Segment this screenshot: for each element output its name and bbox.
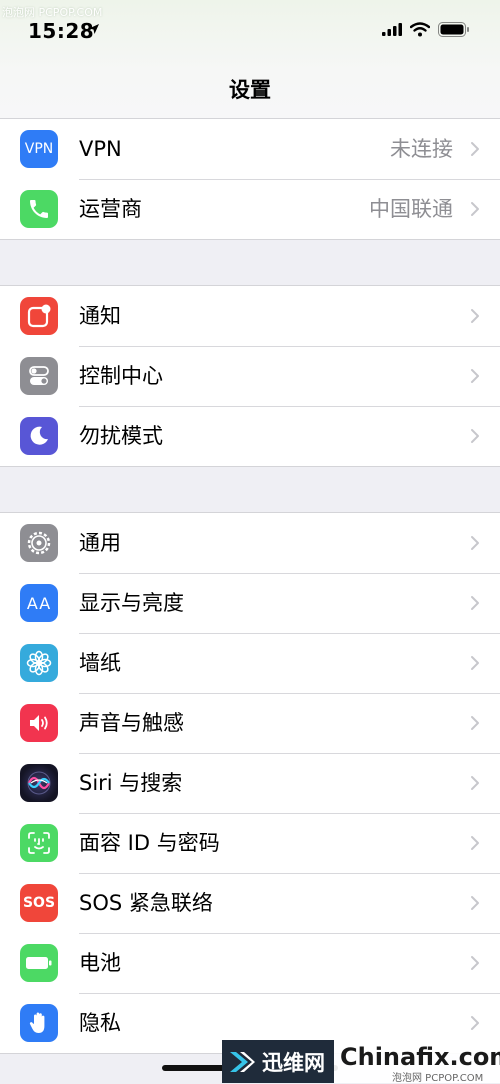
status-and-nav-bar: 泡泡网 PCPOP.COM 15:28 设置 xyxy=(0,0,500,119)
settings-row-sounds[interactable]: 声音与触感 xyxy=(0,693,500,753)
chevron-right-icon xyxy=(471,896,479,910)
phone-icon xyxy=(20,190,58,228)
location-arrow-icon xyxy=(89,24,99,34)
chevron-right-icon xyxy=(471,202,479,216)
settings-row-siri[interactable]: Siri 与搜索 xyxy=(0,753,500,813)
settings-row-control-center[interactable]: 控制中心 xyxy=(0,346,500,406)
settings-group-general: 通用 AA 显示与亮度 墙纸 声音与触感 Siri 与搜索 面容 ID 与密码 … xyxy=(0,512,500,1054)
watermark-small-text: 泡泡网 PCPOP.COM xyxy=(392,1073,484,1084)
row-label: 通知 xyxy=(79,304,121,328)
chevron-right-icon xyxy=(471,596,479,610)
row-label: 通用 xyxy=(79,531,121,555)
settings-row-general[interactable]: 通用 xyxy=(0,513,500,573)
siri-icon xyxy=(20,764,58,802)
chevron-right-icon xyxy=(471,776,479,790)
row-label: SOS 紧急联络 xyxy=(79,891,213,915)
vpn-icon-text: VPN xyxy=(24,141,54,157)
chevron-right-icon xyxy=(471,956,479,970)
sound-icon xyxy=(20,704,58,742)
battery-status-icon xyxy=(438,22,469,37)
vpn-icon: VPN xyxy=(20,130,58,168)
chevron-right-icon xyxy=(471,142,479,156)
settings-row-carrier[interactable]: 运营商 中国联通 xyxy=(0,179,500,239)
face-id-icon xyxy=(20,824,58,862)
watermark-top: 泡泡网 PCPOP.COM xyxy=(2,6,103,19)
row-value: 未连接 xyxy=(390,137,453,161)
phone-glyph xyxy=(30,200,48,218)
settings-row-battery[interactable]: 电池 xyxy=(0,933,500,993)
flower-glyph xyxy=(26,650,52,676)
watermark-badge: 迅维网 Chinafix.com 泡泡网 PCPOP.COM xyxy=(222,1040,500,1084)
settings-row-vpn[interactable]: VPN VPN 未连接 xyxy=(0,119,500,179)
display-icon: AA xyxy=(20,584,58,622)
chevron-right-icon xyxy=(471,309,479,323)
settings-row-sos[interactable]: SOS SOS 紧急联络 xyxy=(0,873,500,933)
settings-row-display[interactable]: AA 显示与亮度 xyxy=(0,573,500,633)
chevron-right-icon xyxy=(471,429,479,443)
settings-row-do-not-disturb[interactable]: 勿扰模式 xyxy=(0,406,500,466)
row-label: VPN xyxy=(79,137,122,161)
wifi-icon xyxy=(410,22,430,37)
settings-row-wallpaper[interactable]: 墙纸 xyxy=(0,633,500,693)
speaker-glyph xyxy=(30,715,48,731)
control-center-icon xyxy=(20,357,58,395)
row-label: 运营商 xyxy=(79,197,142,221)
watermark-left: 迅维网 xyxy=(222,1040,334,1083)
settings-group-network: VPN VPN 未连接 运营商 中国联通 xyxy=(0,118,500,240)
page-title: 设置 xyxy=(229,78,271,102)
chevron-right-icon xyxy=(471,836,479,850)
settings-row-notifications[interactable]: 通知 xyxy=(0,286,500,346)
row-label: 墙纸 xyxy=(79,651,121,675)
sos-icon-text: SOS xyxy=(22,895,56,911)
row-label: 隐私 xyxy=(79,1011,121,1035)
row-label: 勿扰模式 xyxy=(79,424,163,448)
gear-icon xyxy=(20,524,58,562)
hand-glyph xyxy=(29,1012,45,1033)
gear-glyph xyxy=(27,531,51,555)
row-label: 控制中心 xyxy=(79,364,163,388)
row-label: 电池 xyxy=(79,951,121,975)
wallpaper-icon xyxy=(20,644,58,682)
chevron-right-icon xyxy=(471,369,479,383)
status-indicators xyxy=(382,22,470,37)
chevron-right-icon xyxy=(471,1016,479,1030)
row-label: 面容 ID 与密码 xyxy=(79,831,220,855)
watermark-right-text: Chinafix.com xyxy=(340,1043,500,1071)
row-value: 中国联通 xyxy=(369,197,453,221)
status-time: 15:28 xyxy=(28,19,95,43)
moon-icon xyxy=(20,417,58,455)
siri-glyph xyxy=(27,771,51,795)
cellular-signal-icon xyxy=(382,23,402,36)
chevron-right-icon xyxy=(471,716,479,730)
battery-glyph xyxy=(26,957,52,969)
sos-icon: SOS xyxy=(20,884,58,922)
toggles-glyph xyxy=(29,366,49,385)
chevron-right-icon xyxy=(471,656,479,670)
notifications-icon xyxy=(20,297,58,335)
display-icon-text: AA xyxy=(26,593,52,613)
moon-glyph xyxy=(30,426,48,445)
notifications-glyph xyxy=(27,304,51,328)
settings-group-notifications: 通知 控制中心 勿扰模式 xyxy=(0,285,500,467)
hand-icon xyxy=(20,1004,58,1042)
row-label: 声音与触感 xyxy=(79,711,184,735)
chevron-right-icon xyxy=(471,536,479,550)
watermark-left-text: 迅维网 xyxy=(262,1050,325,1075)
face-id-glyph xyxy=(28,832,50,854)
battery-icon xyxy=(20,944,58,982)
row-label: 显示与亮度 xyxy=(79,591,184,615)
settings-row-face-id[interactable]: 面容 ID 与密码 xyxy=(0,813,500,873)
row-label: Siri 与搜索 xyxy=(79,771,183,795)
watermark-logo-icon xyxy=(230,1051,255,1072)
